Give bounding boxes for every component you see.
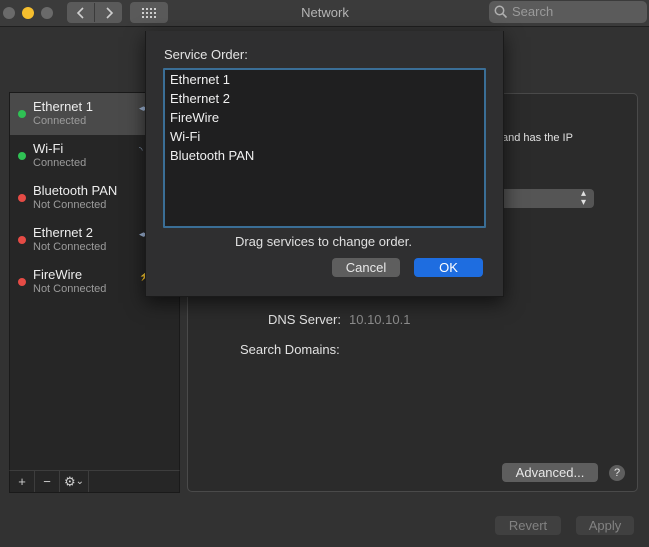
dns-server-value[interactable]: 10.10.10.1 [349, 312, 410, 327]
chevron-right-icon [105, 6, 113, 19]
forward-button[interactable] [95, 2, 122, 23]
search-placeholder: Search [512, 4, 554, 19]
search-domains-label: Search Domains: [240, 342, 340, 357]
configure-ipv4-popup[interactable] [498, 189, 594, 208]
service-status: Connected [33, 157, 87, 169]
wifi-icon: ◝ [139, 145, 143, 155]
zoom-window-button[interactable] [41, 7, 53, 19]
close-window-button[interactable] [3, 7, 15, 19]
order-item-bluetooth-pan[interactable]: Bluetooth PAN [170, 148, 254, 163]
service-status: Not Connected [33, 241, 107, 253]
advanced-button[interactable]: Advanced... [502, 463, 598, 482]
service-list-toolbar: + − ⚙ ⌄ [9, 470, 180, 493]
service-name: Bluetooth PAN [33, 183, 118, 198]
order-item-ethernet-1[interactable]: Ethernet 1 [170, 72, 230, 87]
status-dot [18, 194, 26, 202]
status-dot [18, 278, 26, 286]
show-all-button[interactable] [130, 2, 168, 23]
service-name: Ethernet 2 [33, 225, 93, 240]
chevron-left-icon [76, 6, 84, 19]
search-icon [494, 5, 508, 19]
remove-service-button[interactable]: − [35, 471, 60, 492]
order-item-wi-fi[interactable]: Wi-Fi [170, 129, 200, 144]
status-description: and has the IP [502, 132, 573, 144]
back-button[interactable] [67, 2, 94, 23]
action-menu-button[interactable]: ⚙ ⌄ [60, 471, 89, 492]
grid-icon [142, 7, 156, 18]
service-status: Not Connected [33, 283, 107, 295]
popup-arrows-icon: ▴ ▾ [581, 188, 587, 208]
cancel-button[interactable]: Cancel [332, 258, 400, 277]
order-item-firewire[interactable]: FireWire [170, 110, 219, 125]
drag-hint: Drag services to change order. [234, 234, 413, 249]
revert-button[interactable]: Revert [495, 516, 561, 535]
service-name: FireWire [33, 267, 83, 282]
ok-button[interactable]: OK [414, 258, 483, 277]
chevron-down-icon: ⌄ [75, 476, 85, 487]
status-dot [18, 152, 26, 160]
gear-icon: ⚙ [63, 473, 76, 489]
service-name: Ethernet 1 [33, 99, 93, 114]
sheet-title: Service Order: [164, 47, 248, 62]
service-status: Not Connected [33, 199, 107, 211]
order-item-ethernet-2[interactable]: Ethernet 2 [170, 91, 230, 106]
dns-server-label: DNS Server: [268, 312, 341, 327]
add-service-button[interactable]: + [10, 471, 35, 492]
help-button[interactable]: ? [609, 465, 625, 481]
service-order-list[interactable]: Ethernet 1 Ethernet 2 FireWire Wi-Fi Blu… [163, 68, 486, 228]
service-status: Connected [33, 115, 87, 127]
minimize-window-button[interactable] [22, 7, 34, 19]
status-dot [18, 236, 26, 244]
apply-button[interactable]: Apply [576, 516, 634, 535]
service-name: Wi-Fi [33, 141, 64, 156]
window-title: Network [301, 5, 349, 20]
status-dot [18, 110, 26, 118]
